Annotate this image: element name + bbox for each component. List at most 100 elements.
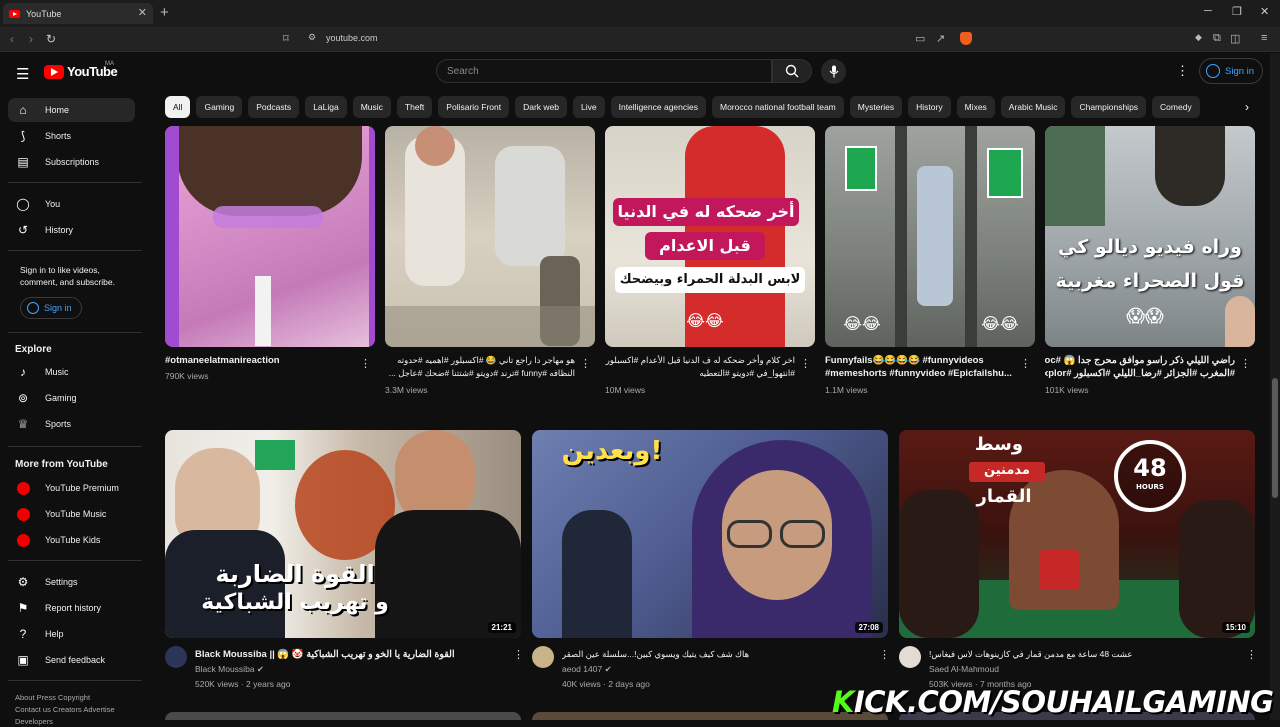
channel-name[interactable]: Saed Al-Mahmoud <box>929 664 999 674</box>
sidebar-item-gaming[interactable]: ⊚ Gaming <box>8 386 135 410</box>
short-more-icon[interactable]: ⋮ <box>1020 357 1031 370</box>
settings-menu-icon[interactable]: ⋮ <box>1176 63 1189 79</box>
cast-icon[interactable]: ▭ <box>915 32 925 45</box>
sidebar-sign-in-button[interactable]: Sign in <box>20 297 82 319</box>
video-title[interactable]: هاك شف كيف يتيك ويسوي كبين!...سلسلة عين … <box>562 648 862 661</box>
chip-championships[interactable]: Championships <box>1071 96 1147 118</box>
video-more-icon[interactable]: ⋮ <box>513 648 524 661</box>
footer-links-1[interactable]: About Press Copyright <box>15 692 140 703</box>
short-title[interactable]: #otmaneelatmanireaction <box>165 354 355 367</box>
sidebar-item-subscriptions[interactable]: ▤ Subscriptions <box>8 150 135 174</box>
sidebar-item-history[interactable]: ↺ History <box>8 218 135 242</box>
sidebar-item-youtube-kids[interactable]: YouTube Kids <box>8 528 135 552</box>
chip-polisario-front[interactable]: Polisario Front <box>438 96 510 118</box>
browser-menu-icon[interactable]: ≡ <box>1261 32 1267 44</box>
extensions-icon[interactable]: ⧉ <box>1213 32 1221 45</box>
sidebar-item-youtube-music[interactable]: YouTube Music <box>8 502 135 526</box>
sign-in-button[interactable]: Sign in <box>1199 58 1264 84</box>
new-tab-icon[interactable]: + <box>160 4 169 21</box>
page-scrollbar[interactable] <box>1270 53 1280 720</box>
video-thumbnail[interactable]: القوة الضاربة و تهريب الشباكية 21:21 <box>165 430 521 638</box>
short-views: 790K views <box>165 371 209 381</box>
footer-links-3[interactable]: Developers <box>15 716 140 727</box>
chip-podcasts[interactable]: Podcasts <box>248 96 300 118</box>
chip-theft[interactable]: Theft <box>396 96 433 118</box>
sidebar-toggle-icon[interactable]: ◫ <box>1230 32 1240 45</box>
sidebar-item-settings[interactable]: ⚙ Settings <box>8 570 135 594</box>
video-title[interactable]: Black Moussiba || 😱 🤡 القوة الضارية يا ا… <box>195 648 495 661</box>
wallet-icon[interactable]: ◆ <box>1195 32 1202 43</box>
back-icon[interactable]: ‹ <box>10 32 14 46</box>
chip-all[interactable]: All <box>165 96 191 118</box>
chip-music[interactable]: Music <box>352 96 391 118</box>
sidebar-item-music[interactable]: ♪ Music <box>8 360 135 384</box>
chip-intelligence-agencies[interactable]: Intelligence agencies <box>610 96 706 118</box>
window-close-icon[interactable]: ✕ <box>1260 5 1269 18</box>
sidebar-item-sports[interactable]: ♕ Sports <box>8 412 135 436</box>
chip-arabic-music[interactable]: Arabic Music <box>1000 96 1066 118</box>
chip-gaming[interactable]: Gaming <box>196 96 243 118</box>
video-thumbnail[interactable]: 48 HOURS وسط مدمنين القمار 15:10 <box>899 430 1255 638</box>
short-title[interactable]: راضي الليلي ذكر راسو موافق محرج جدا 😱 #m… <box>1045 354 1235 380</box>
channel-name[interactable]: aeod 1407 ✔ <box>562 664 612 675</box>
guide-menu-icon[interactable]: ☰ <box>16 65 29 83</box>
video-thumbnail[interactable]: وبعدين! 27:08 <box>532 430 888 638</box>
sidebar-item-youtube-premium[interactable]: YouTube Premium <box>8 476 135 500</box>
short-title[interactable]: هو مهاجر دا راجع تاني 😂 #اكسبلور #اهميه … <box>385 354 575 380</box>
bookmark-icon[interactable]: ⌑ <box>283 32 289 45</box>
channel-avatar[interactable] <box>532 646 554 668</box>
chevron-right-icon[interactable]: › <box>1245 100 1249 114</box>
channel-name-text: aeod 1407 <box>562 664 603 674</box>
short-thumbnail[interactable] <box>385 126 595 347</box>
youtube-logo[interactable]: YouTube MA <box>44 61 118 79</box>
video-more-icon[interactable]: ⋮ <box>879 648 890 661</box>
channel-avatar[interactable] <box>899 646 921 668</box>
video-thumbnail[interactable] <box>165 712 521 720</box>
sidebar-item-send-feedback[interactable]: ▣ Send feedback <box>8 648 135 672</box>
maximize-icon[interactable]: ❐ <box>1232 5 1242 18</box>
short-more-icon[interactable]: ⋮ <box>580 357 591 370</box>
brave-shields-icon[interactable] <box>960 32 972 45</box>
scrollbar-thumb[interactable] <box>1272 378 1278 498</box>
sidebar-item-report-history[interactable]: ⚑ Report history <box>8 596 135 620</box>
browser-tab[interactable]: YouTube ✕ <box>3 3 153 24</box>
short-thumbnail[interactable]: وراه فيديو ديالو كي قول الصحراء مغربية 😱… <box>1045 126 1255 347</box>
short-more-icon[interactable]: ⋮ <box>360 357 371 370</box>
video-more-icon[interactable]: ⋮ <box>1246 648 1257 661</box>
chip-mysteries[interactable]: Mysteries <box>849 96 903 118</box>
chip-morocco-national-football-team[interactable]: Morocco national football team <box>712 96 844 118</box>
music-note-icon: ♪ <box>20 365 26 379</box>
minimize-icon[interactable]: ─ <box>1204 5 1212 17</box>
chip-live[interactable]: Live <box>573 96 605 118</box>
user-icon <box>27 302 39 314</box>
short-thumbnail[interactable]: 😂😂 😂😂 <box>825 126 1035 347</box>
chip-dark-web[interactable]: Dark web <box>515 96 568 118</box>
video-title[interactable]: عشت 48 ساعة مع مدمن قمار في كازينوهات لا… <box>929 648 1229 661</box>
channel-avatar[interactable] <box>165 646 187 668</box>
short-thumbnail[interactable]: أخر ضحكه له في الدنيا قبل الاعدام لابس ا… <box>605 126 815 347</box>
chip-laliga[interactable]: LaLiga <box>305 96 347 118</box>
short-thumbnail[interactable] <box>165 126 375 347</box>
sidebar-item-help[interactable]: ? Help <box>8 622 135 646</box>
url-field[interactable]: youtube.com <box>326 33 378 43</box>
site-info-icon[interactable]: ⚙ <box>308 32 316 43</box>
short-title[interactable]: اخر كلام وأخر ضحكه له ف الدنيا قبل الأعد… <box>605 354 795 380</box>
chip-comedy[interactable]: Comedy <box>1152 96 1200 118</box>
chip-history[interactable]: History <box>908 96 951 118</box>
reload-icon[interactable]: ↻ <box>46 32 56 46</box>
search-button[interactable] <box>772 59 812 83</box>
short-more-icon[interactable]: ⋮ <box>1240 357 1251 370</box>
footer-links-2[interactable]: Contact us Creators Advertise <box>15 704 140 715</box>
share-icon[interactable]: ↗ <box>936 32 945 45</box>
search-input[interactable]: Search <box>436 59 772 83</box>
sidebar-item-home[interactable]: ⌂ Home <box>8 98 135 122</box>
short-title[interactable]: Funnyfails😂😂😂😂 #funnyvideos #memeshorts #… <box>825 354 1015 380</box>
sidebar-item-you[interactable]: ◯ You <box>8 192 135 216</box>
voice-search-button[interactable] <box>821 59 846 84</box>
forward-icon[interactable]: › <box>29 32 33 46</box>
sidebar-item-shorts[interactable]: ⟆ Shorts <box>8 124 135 148</box>
close-tab-icon[interactable]: ✕ <box>138 6 147 19</box>
chip-mixes[interactable]: Mixes <box>956 96 995 118</box>
short-more-icon[interactable]: ⋮ <box>800 357 811 370</box>
channel-name[interactable]: Black Moussiba ✔ <box>195 664 264 675</box>
